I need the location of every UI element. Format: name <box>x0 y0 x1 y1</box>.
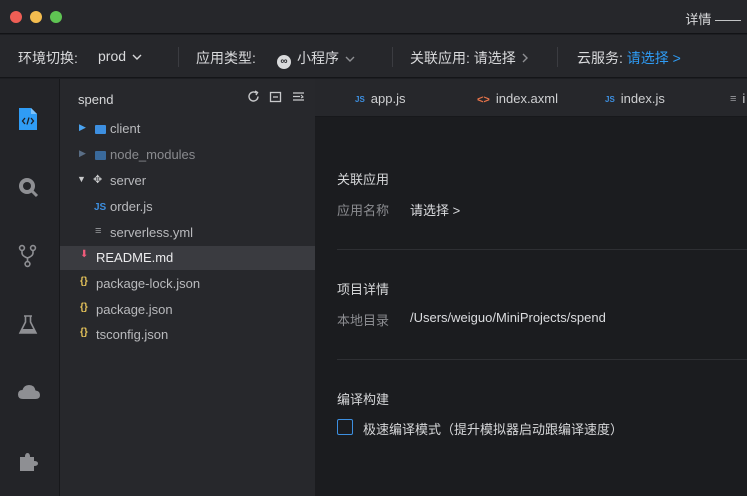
close-window-button[interactable] <box>10 11 22 23</box>
details-panel: 关联应用 应用名称 请选择 > 项目详情 本地目录 /Users/weiguo/… <box>315 117 747 496</box>
linked-app-value: 请选择 <box>473 50 516 66</box>
file-explorer: spend ▶ client ▶ node_modules ▼ ✥ server… <box>60 79 315 496</box>
json-file-icon: {} <box>80 302 88 313</box>
maximize-window-button[interactable] <box>50 11 62 23</box>
tree-file-package-lock-json[interactable]: {} package-lock.json <box>60 272 315 296</box>
tree-item-label: package-lock.json <box>96 276 201 291</box>
section-divider <box>337 359 747 360</box>
file-lines-icon: ≡ <box>730 93 737 105</box>
toolbar-divider <box>178 47 179 67</box>
local-dir-value: /Users/weiguo/MiniProjects/spend <box>410 310 606 325</box>
folder-icon <box>95 125 106 134</box>
mini-program-icon: ∞ <box>277 55 291 69</box>
test-flask-icon[interactable] <box>17 314 43 340</box>
env-switch: 环境切换: <box>18 48 78 68</box>
js-file-icon: JS <box>605 95 615 104</box>
tab-label: index.js <box>620 91 665 106</box>
minimize-window-button[interactable] <box>30 11 42 23</box>
toolbar-divider <box>392 47 393 67</box>
cloud-value-link[interactable]: 请选择 > <box>627 50 681 66</box>
tree-item-label: package.json <box>96 302 173 317</box>
app-type-value: 小程序 <box>297 50 339 66</box>
tree-file-tsconfig-json[interactable]: {} tsconfig.json <box>60 323 315 347</box>
tree-file-readme-md[interactable]: ⬇ README.md <box>60 246 315 270</box>
linked-app-section-title: 关联应用 <box>337 172 390 187</box>
filter-list-icon[interactable] <box>292 91 305 106</box>
caret-right-icon: ▶ <box>79 122 86 132</box>
tab-label: i <box>742 91 746 106</box>
tab-index-axml[interactable]: <> index.axml <box>477 91 558 106</box>
tree-item-label: tsconfig.json <box>96 327 169 342</box>
app-type: 应用类型: <box>196 48 256 68</box>
env-value: prod <box>98 48 127 64</box>
tab-label: app.js <box>370 91 406 106</box>
xml-file-icon: <> <box>477 94 490 106</box>
env-select[interactable]: prod <box>98 48 142 64</box>
cloud-label: 云服务: <box>577 50 623 66</box>
tree-item-label: serverless.yml <box>110 225 194 240</box>
toolbar: 环境切换: prod 应用类型: ∞ 小程序 关联应用: 请选择 云服务: 请选择… <box>0 35 747 78</box>
fast-compile-checkbox[interactable] <box>337 419 353 435</box>
explorer-header: spend <box>60 79 315 117</box>
markdown-file-icon: ⬇ <box>80 249 89 260</box>
tree-item-label: server <box>110 173 147 188</box>
ide-window: 详情 —— 环境切换: prod 应用类型: ∞ 小程序 关联应用: 请选择 云… <box>0 0 747 496</box>
tree-folder-node-modules[interactable]: ▶ node_modules <box>60 143 315 167</box>
json-file-icon: {} <box>80 327 88 338</box>
tree-file-package-json[interactable]: {} package.json <box>60 298 315 322</box>
activity-bar <box>0 79 60 496</box>
cloud-icon[interactable] <box>17 383 43 409</box>
linked-app-label: 关联应用: <box>410 50 470 66</box>
code-icon[interactable] <box>17 107 43 133</box>
app-name-label: 应用名称 <box>337 203 390 218</box>
tab-overflow[interactable]: ≡ i <box>730 91 745 106</box>
caret-down-icon: ▼ <box>77 174 86 184</box>
js-file-icon: JS <box>94 202 107 213</box>
tree-item-label: node_modules <box>110 147 196 162</box>
collapse-all-icon[interactable] <box>269 91 286 106</box>
tree-file-order-js[interactable]: JS order.js <box>60 195 315 219</box>
editor-tabs: JS app.js <> index.axml JS index.js ≡ i <box>315 79 747 117</box>
refresh-icon[interactable] <box>247 90 264 106</box>
tab-label: index.axml <box>495 91 558 106</box>
title-bar: 详情 —— <box>0 0 747 34</box>
explorer-actions <box>241 90 305 106</box>
debug-icon[interactable] <box>17 176 43 202</box>
tab-app-js[interactable]: JS app.js <box>355 91 406 106</box>
project-name: spend <box>78 92 114 107</box>
tree-item-label: README.md <box>96 250 174 265</box>
tree-file-serverless-yml[interactable]: ≡ serverless.yml <box>60 221 315 245</box>
env-label: 环境切换: <box>18 50 78 66</box>
chevron-right-icon <box>522 52 529 66</box>
section-divider <box>337 249 747 250</box>
local-dir-label: 本地目录 <box>337 313 390 328</box>
server-folder-icon: ✥ <box>93 174 103 186</box>
caret-right-icon: ▶ <box>79 148 86 158</box>
window-title: 详情 —— <box>685 12 741 27</box>
tab-index-js[interactable]: JS index.js <box>605 91 665 106</box>
chevron-down-icon <box>132 50 142 64</box>
tree-folder-client[interactable]: ▶ client <box>60 117 315 141</box>
yml-file-icon: ≡ <box>95 225 102 237</box>
build-section-title: 编译构建 <box>337 392 390 407</box>
json-file-icon: {} <box>80 276 88 287</box>
app-type-label: 应用类型: <box>196 50 256 66</box>
cloud-service[interactable]: 云服务: 请选择 > <box>577 48 681 68</box>
linked-app[interactable]: 关联应用: 请选择 <box>410 48 529 68</box>
chevron-down-icon <box>345 52 355 66</box>
tree-folder-server[interactable]: ▼ ✥ server <box>60 169 315 193</box>
tree-item-label: client <box>110 121 141 136</box>
tree-item-label: order.js <box>110 199 153 214</box>
project-section-title: 项目详情 <box>337 282 390 297</box>
js-file-icon: JS <box>355 95 365 104</box>
app-name-select[interactable]: 请选择 > <box>410 200 460 219</box>
extensions-icon[interactable] <box>17 451 43 477</box>
app-type-select[interactable]: ∞ 小程序 <box>277 48 355 69</box>
folder-icon <box>95 151 106 160</box>
fast-compile-label[interactable]: 极速编译模式（提升模拟器启动跟编译速度） <box>363 419 623 438</box>
toolbar-divider <box>557 47 558 67</box>
source-control-icon[interactable] <box>17 244 43 270</box>
